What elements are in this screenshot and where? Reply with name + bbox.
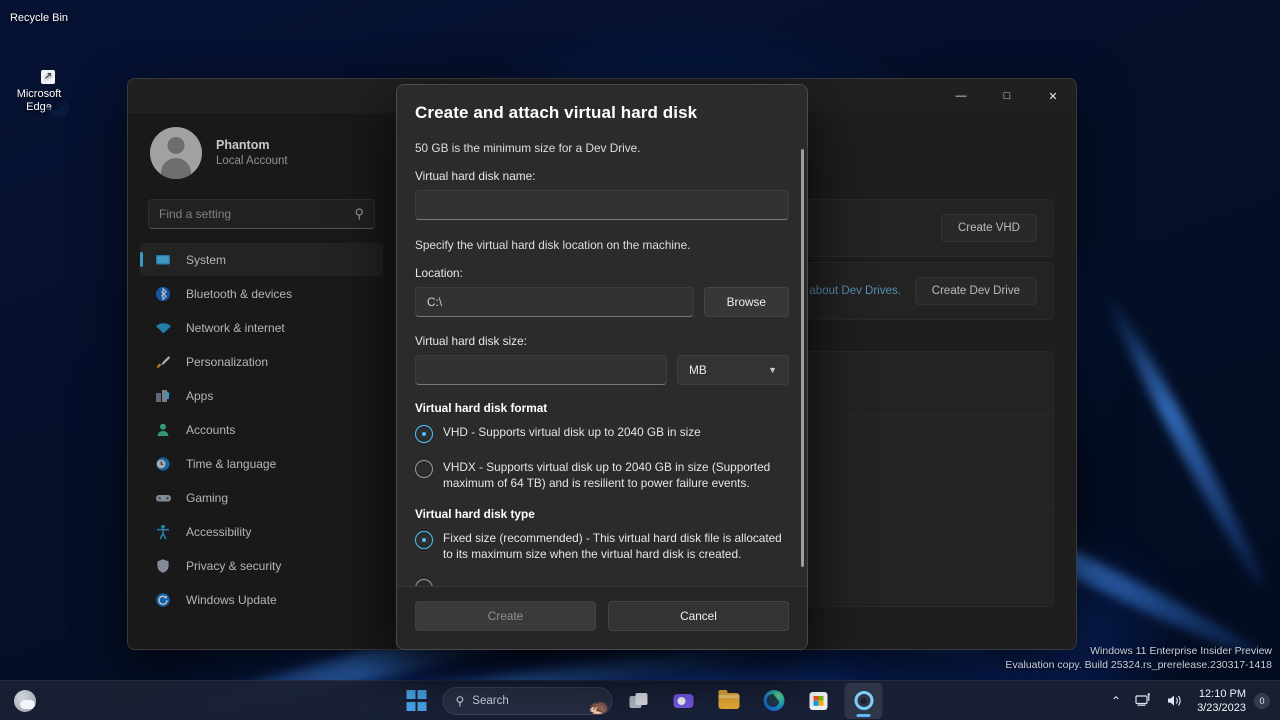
desktop-icon-label: Recycle Bin	[9, 12, 69, 24]
folder-icon	[718, 689, 739, 709]
browse-button[interactable]: Browse	[703, 287, 789, 317]
vhd-name-label: Virtual hard disk name:	[415, 169, 536, 183]
taskbar-item-chat[interactable]	[665, 683, 703, 719]
size-unit-value: MB	[689, 363, 707, 377]
dialog-title: Create and attach virtual hard disk	[415, 103, 698, 122]
vhd-name-input[interactable]	[427, 198, 777, 212]
dialog-location-note: Specify the virtual hard disk location o…	[415, 238, 691, 252]
radio-vhdx[interactable]	[415, 460, 433, 478]
location-label: Location:	[415, 266, 463, 280]
tray-expand-button[interactable]: ⌃	[1105, 685, 1127, 717]
notification-badge[interactable]: 0	[1254, 692, 1270, 709]
chat-icon	[673, 693, 694, 708]
taskbar-weather-widget[interactable]	[6, 681, 44, 720]
network-icon[interactable]	[1129, 685, 1158, 717]
edge-icon	[763, 690, 784, 711]
taskbar: ⚲ Search 🦔 ⌃ 12:10 PM 3/23/2023 0	[0, 680, 1280, 720]
taskbar-item-microsoft-store[interactable]	[800, 683, 838, 719]
start-button[interactable]	[398, 683, 436, 719]
vhd-size-label: Virtual hard disk size:	[415, 334, 527, 348]
size-unit-select[interactable]: MB ▼	[677, 355, 789, 385]
clock-date: 3/23/2023	[1197, 701, 1246, 714]
dialog-scrollbar[interactable]	[801, 149, 804, 567]
taskbar-search[interactable]: ⚲ Search 🦔	[442, 686, 613, 715]
format-option-label: VHDX - Supports virtual disk up to 2040 …	[443, 460, 771, 490]
close-button[interactable]: ✕	[1030, 79, 1076, 113]
search-icon: ⚲	[455, 693, 465, 708]
location-value: C:\	[427, 295, 443, 309]
clock-time: 12:10 PM	[1198, 687, 1246, 700]
vhd-size-field[interactable]	[415, 355, 667, 385]
gear-icon	[854, 691, 873, 710]
taskbar-item-task-view[interactable]	[620, 683, 658, 719]
create-vhd-dialog: Create and attach virtual hard disk 50 G…	[396, 84, 808, 650]
type-option-dynamically-expanding-partial[interactable]	[415, 578, 789, 586]
taskbar-center-group: ⚲ Search 🦔	[398, 681, 883, 720]
taskbar-item-microsoft-edge[interactable]	[755, 683, 793, 719]
chevron-down-icon: ▼	[768, 365, 777, 375]
type-option-label: Fixed size (recommended) - This virtual …	[443, 531, 782, 561]
dialog-footer: Create Cancel	[397, 586, 807, 649]
format-section-heading: Virtual hard disk format	[415, 401, 548, 415]
desktop-icon-microsoft-edge[interactable]: ↗ Microsoft Edge	[0, 70, 78, 114]
taskbar-item-settings[interactable]	[844, 682, 883, 719]
taskbar-search-placeholder: Search	[472, 694, 509, 707]
radio-vhd[interactable]	[415, 425, 433, 443]
taskbar-system-tray: ⌃ 12:10 PM 3/23/2023 0	[1105, 681, 1274, 720]
watermark-line-2: Evaluation copy. Build 25324.rs_prerelea…	[1005, 659, 1272, 671]
store-icon	[809, 691, 828, 710]
cancel-button[interactable]: Cancel	[608, 601, 789, 631]
volume-icon[interactable]	[1160, 685, 1189, 717]
taskbar-item-file-explorer[interactable]	[710, 683, 748, 719]
minimize-button[interactable]: —	[938, 79, 984, 113]
radio-fixed-size[interactable]	[415, 531, 433, 549]
format-option-vhdx[interactable]: VHDX - Supports virtual disk up to 2040 …	[415, 459, 789, 491]
dialog-minimum-size-note: 50 GB is the minimum size for a Dev Driv…	[415, 141, 641, 155]
desktop-icon-recycle-bin[interactable]: ♻ Recycle Bin	[0, 8, 78, 25]
type-option-fixed-size[interactable]: Fixed size (recommended) - This virtual …	[415, 530, 789, 562]
taskbar-clock[interactable]: 12:10 PM 3/23/2023	[1191, 687, 1252, 715]
location-field[interactable]: C:\	[415, 287, 694, 317]
radio-dynamically-expanding[interactable]	[415, 579, 433, 586]
type-section-heading: Virtual hard disk type	[415, 507, 535, 521]
format-option-vhd[interactable]: VHD - Supports virtual disk up to 2040 G…	[415, 424, 789, 443]
vhd-name-field[interactable]	[415, 190, 789, 220]
windows-logo-icon	[406, 690, 427, 711]
cloud-icon	[14, 690, 36, 712]
dialog-scroll-area[interactable]: Create and attach virtual hard disk 50 G…	[397, 85, 807, 586]
vhd-size-input[interactable]	[427, 363, 655, 377]
create-button[interactable]: Create	[415, 601, 596, 631]
task-view-icon	[629, 692, 648, 709]
maximize-button[interactable]: □	[984, 79, 1030, 113]
format-option-label: VHD - Supports virtual disk up to 2040 G…	[443, 425, 701, 439]
search-mascot-icon: 🦔	[588, 697, 610, 715]
